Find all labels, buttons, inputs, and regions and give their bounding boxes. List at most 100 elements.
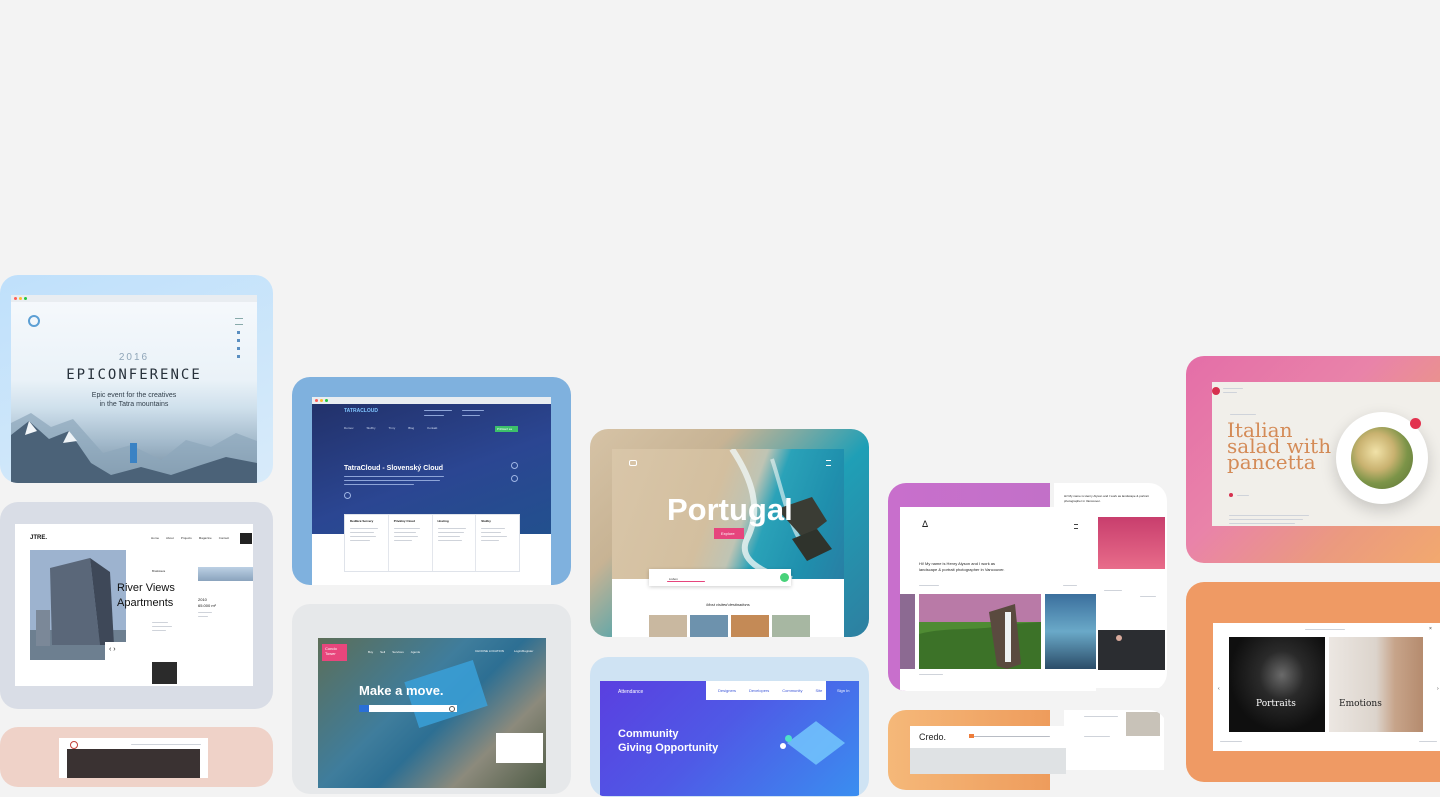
window-dot bbox=[14, 297, 17, 300]
destination-thumb[interactable] bbox=[690, 615, 728, 637]
nav-item[interactable]: Domov bbox=[344, 426, 354, 430]
menu-icon[interactable] bbox=[240, 533, 252, 544]
portugal-card[interactable]: Portugal Explore Lisbon Most visited des… bbox=[590, 429, 869, 637]
location-pill[interactable]: CHOOSE LOCATION bbox=[475, 649, 504, 653]
condo-logo-2[interactable]: Tower bbox=[325, 651, 336, 656]
search-go-button[interactable] bbox=[780, 573, 789, 582]
service-column[interactable]: Dedikcé Servery bbox=[345, 515, 389, 571]
nav-item[interactable]: Blog bbox=[408, 426, 414, 430]
attendance-logo[interactable]: Attendance bbox=[618, 689, 643, 695]
tatra-services-box: Dedikcé Servery Privátny Cloud Hosting S… bbox=[344, 514, 520, 572]
nav-item[interactable]: Tímy bbox=[389, 426, 396, 430]
nav-item[interactable]: Contact bbox=[219, 536, 229, 540]
destination-thumb[interactable] bbox=[731, 615, 769, 637]
jtre-stat-1: 2010 bbox=[198, 597, 207, 602]
tatracloud-card[interactable]: TATRACLOUD Domov Služby Tímy Blog Kontak… bbox=[292, 377, 571, 585]
credo-cta[interactable] bbox=[969, 734, 974, 738]
photo-label-1[interactable]: Portraits bbox=[1256, 699, 1296, 709]
login-link[interactable]: Login/Register bbox=[514, 649, 533, 653]
hotel-card[interactable] bbox=[0, 727, 273, 787]
tab-item[interactable]: Site bbox=[815, 688, 822, 693]
epic-subtitle-1: Epic event for the creatives bbox=[91, 392, 177, 399]
contact-line bbox=[424, 415, 444, 416]
play-icon[interactable] bbox=[344, 492, 351, 499]
salad-logo-icon[interactable] bbox=[1212, 387, 1220, 395]
tatra-logo[interactable]: TATRACLOUD bbox=[344, 408, 378, 414]
waterfall-thumb[interactable] bbox=[1098, 517, 1165, 569]
jtre-logo[interactable]: JTRE. bbox=[30, 535, 47, 541]
jtre-headline-1: River Views bbox=[117, 582, 175, 594]
attendance-card[interactable]: Attendance Designers Developers Communit… bbox=[590, 657, 869, 797]
nav-item[interactable]: Buy bbox=[368, 650, 373, 654]
condo-nav: Buy Sell Services Agents bbox=[368, 650, 420, 654]
nav-item[interactable]: Home bbox=[151, 536, 159, 540]
salad-badge-icon[interactable] bbox=[1410, 418, 1421, 429]
tab-item[interactable]: Community bbox=[782, 688, 802, 693]
chevron-left-icon[interactable]: ‹ bbox=[1218, 686, 1220, 692]
nav-item[interactable]: About bbox=[166, 536, 174, 540]
tatra-cta-label[interactable]: Prihlásiť sa bbox=[497, 427, 512, 431]
menu-icon[interactable] bbox=[1074, 524, 1078, 529]
tatracloud-screenshot: TATRACLOUD Domov Služby Tímy Blog Kontak… bbox=[312, 397, 551, 585]
nav-item[interactable]: Kontakt bbox=[427, 426, 437, 430]
henry-card[interactable]: Hi! My name is Henry Alyson and I work a… bbox=[888, 483, 1167, 691]
nav-item[interactable]: Projects bbox=[181, 536, 192, 540]
service-column[interactable]: Hosting bbox=[433, 515, 477, 571]
map-thumbnail[interactable] bbox=[152, 662, 177, 684]
destination-thumb[interactable] bbox=[649, 615, 687, 637]
chevron-right-icon[interactable]: › bbox=[1437, 686, 1439, 692]
salad-screenshot: Italian salad with pancetta bbox=[1212, 382, 1440, 526]
jtre-screenshot: JTRE. Home About Projects Magazine Conta… bbox=[15, 524, 253, 686]
signin-link[interactable]: Sign In bbox=[837, 688, 849, 693]
tab-item[interactable]: Designers bbox=[718, 688, 736, 693]
service-column[interactable]: Privátny Cloud bbox=[389, 515, 433, 571]
gallery-image-right[interactable] bbox=[1045, 594, 1096, 669]
nav-item[interactable]: Služby bbox=[367, 426, 376, 430]
credo-card[interactable]: Credo. bbox=[888, 710, 1167, 790]
nav-item[interactable]: Sell bbox=[380, 650, 385, 654]
city-thumbnail[interactable] bbox=[198, 567, 253, 581]
search-tab[interactable] bbox=[359, 705, 369, 712]
henry-logo[interactable]: ᐃ bbox=[922, 519, 928, 530]
attendance-headline-2: Giving Opportunity bbox=[618, 742, 719, 754]
photo-label-2[interactable]: Emotions bbox=[1339, 699, 1382, 709]
epiconference-card[interactable]: 2016 EPICONFERENCE Epic event for the cr… bbox=[0, 275, 273, 483]
menu-icon[interactable] bbox=[235, 318, 243, 325]
scroll-button[interactable] bbox=[130, 443, 137, 463]
search-input[interactable] bbox=[359, 705, 457, 712]
slider-dot-icon[interactable] bbox=[511, 475, 518, 482]
listing-card[interactable] bbox=[496, 733, 543, 763]
gallery-image-left[interactable] bbox=[900, 594, 915, 669]
tab-item[interactable]: Developers bbox=[749, 688, 769, 693]
window-dot bbox=[19, 297, 22, 300]
text-line bbox=[1229, 523, 1295, 524]
credo-logo[interactable]: Credo. bbox=[919, 732, 946, 742]
jtre-card[interactable]: JTRE. Home About Projects Magazine Conta… bbox=[0, 502, 273, 709]
search-icon[interactable] bbox=[449, 706, 455, 712]
destination-thumb[interactable] bbox=[772, 615, 810, 637]
caption-line bbox=[919, 674, 943, 675]
portrait-light-image[interactable] bbox=[1329, 637, 1423, 732]
nav-item[interactable]: Agents bbox=[411, 650, 420, 654]
slider-arrows-text[interactable]: ‹ › bbox=[109, 646, 116, 653]
slider-dot-icon[interactable] bbox=[511, 462, 518, 469]
tatra-headline: TatraCloud - Slovenský Cloud bbox=[344, 465, 444, 472]
close-icon[interactable]: × bbox=[1429, 626, 1432, 632]
contact-line bbox=[462, 410, 484, 411]
menu-icon[interactable] bbox=[826, 460, 831, 466]
waterfall-image[interactable] bbox=[919, 594, 1041, 669]
portrait-thumb[interactable] bbox=[1126, 712, 1160, 736]
portugal-logo-icon[interactable] bbox=[629, 460, 637, 466]
service-column[interactable]: Služby bbox=[476, 515, 519, 571]
photo-card[interactable]: × Portraits Emotions ‹ › bbox=[1186, 582, 1440, 782]
nav-item[interactable]: Magazine bbox=[199, 536, 212, 540]
nav-item[interactable]: Services bbox=[392, 650, 404, 654]
decor-dot bbox=[780, 743, 786, 749]
explore-label[interactable]: Explore bbox=[721, 531, 735, 536]
portrait-dark-image[interactable] bbox=[1229, 637, 1325, 732]
attendance-headline-1: Community bbox=[618, 728, 679, 740]
nav-line bbox=[970, 736, 1050, 737]
salad-card[interactable]: Italian salad with pancetta bbox=[1186, 356, 1440, 563]
avatar[interactable] bbox=[1116, 635, 1122, 641]
condo-tower-card[interactable]: Condo Tower Buy Sell Services Agents CHO… bbox=[292, 604, 571, 794]
